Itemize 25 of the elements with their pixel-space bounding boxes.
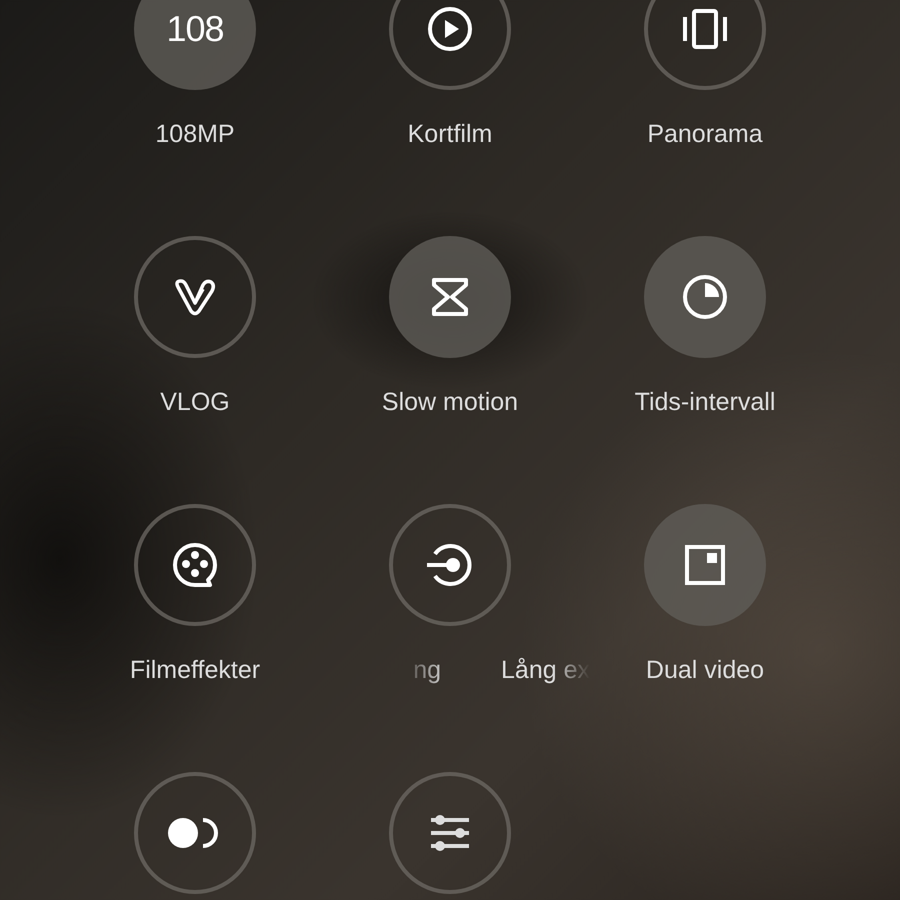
mode-label: Filmeffekter <box>130 656 260 685</box>
mode-label: Tids-intervall <box>634 388 776 417</box>
play-icon <box>426 5 474 53</box>
mode-label: VLOG <box>160 388 230 417</box>
mode-label: ng <box>413 656 442 685</box>
mode-button[interactable] <box>644 0 766 90</box>
mode-label: Kortfilm <box>408 120 492 149</box>
phone-vibrate-icon <box>682 9 728 49</box>
sliders-icon <box>429 813 471 853</box>
mode-button[interactable] <box>389 772 511 894</box>
mode-button[interactable] <box>389 504 511 626</box>
picture-in-picture-icon <box>685 545 725 585</box>
mode-label: Panorama <box>647 120 763 149</box>
mode-button[interactable] <box>134 772 256 894</box>
mode-button[interactable] <box>134 504 256 626</box>
hourglass-icon <box>430 277 470 317</box>
mode-label: Lång ex <box>501 656 590 685</box>
mode-button[interactable]: 108 <box>134 0 256 90</box>
film-reel-icon <box>170 540 220 590</box>
mode-label: 108MP <box>155 120 235 149</box>
mode-label: Slow motion <box>382 388 518 417</box>
mode-button[interactable] <box>389 0 511 90</box>
mode-button[interactable] <box>134 236 256 358</box>
mode-label: Dual video <box>646 656 764 685</box>
timer-icon <box>681 273 729 321</box>
